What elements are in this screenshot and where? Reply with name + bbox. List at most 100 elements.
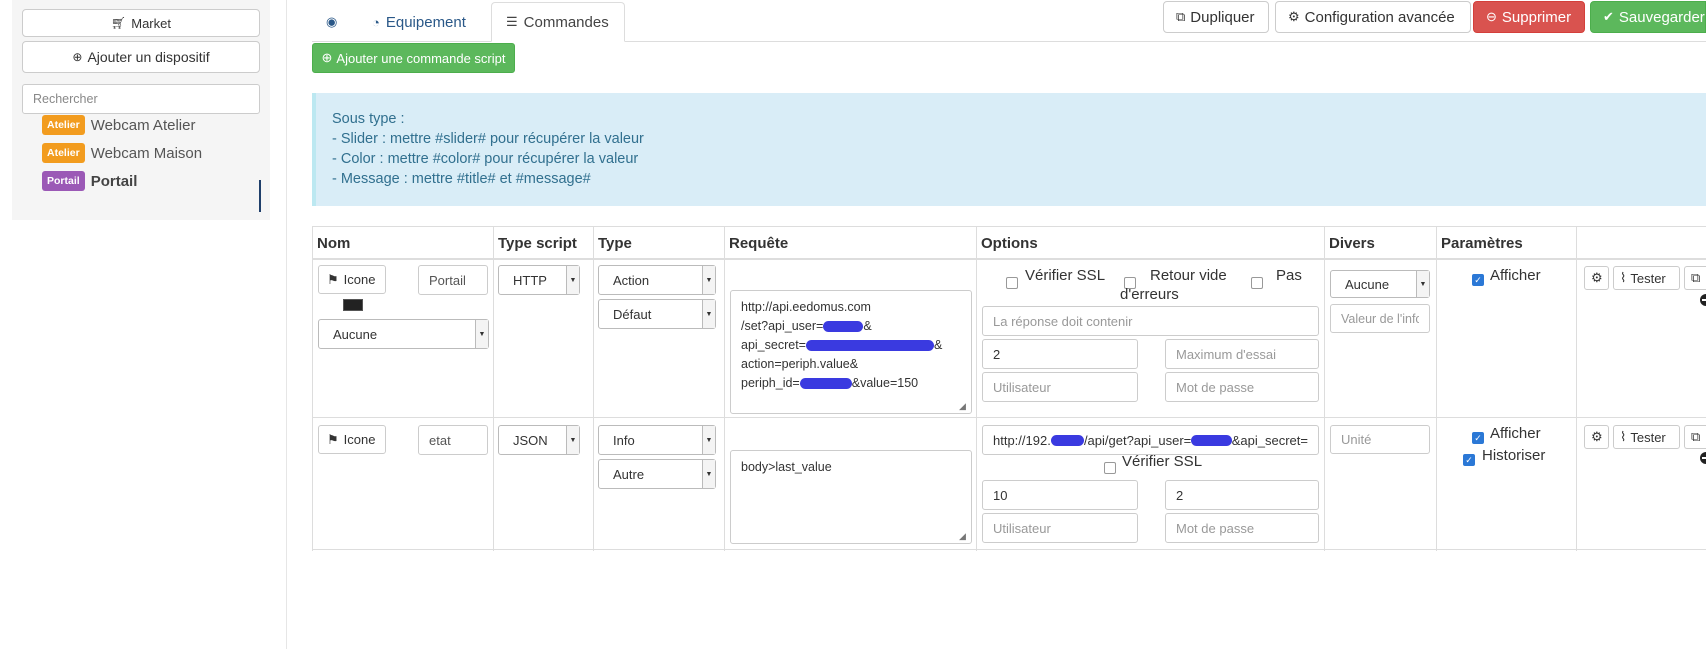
tab-back[interactable]: ◉ [312,2,351,42]
url-middle: /api/get?api_user= [1083,432,1192,448]
password-input[interactable] [1165,372,1319,402]
duplicate-command-button[interactable]: ⧉ [1684,425,1706,449]
choose-icon-button[interactable]: ⚑ Icone [318,425,386,454]
resize-handle-icon[interactable]: ◢ [959,401,969,411]
info-line: - Slider : mettre #slider# pour récupére… [332,131,644,147]
script-type-select[interactable]: JSON ▼ [498,425,580,455]
unit-input[interactable] [1330,425,1430,454]
equipment-item-portail[interactable]: Portail Portail [42,169,137,193]
minus-circle-icon: ⊖ [1486,9,1497,24]
retries-input[interactable] [1165,480,1319,510]
icon-button-label: Icone [343,432,376,447]
add-script-command-label: Ajouter une commande script [336,50,506,66]
remove-command-icon[interactable] [1700,294,1706,306]
duplicate-button[interactable]: ⧉ Dupliquer [1163,1,1269,33]
equipment-item-webcam-maison[interactable]: Atelier Webcam Maison [42,141,202,165]
script-type-value: JSON [513,432,548,448]
subtype-select[interactable]: Défaut ▼ [598,299,716,329]
script-type-select[interactable]: HTTP ▼ [498,265,580,295]
rss-icon: ⌇ [1620,270,1627,285]
request-line: periph_id= &value=150 [741,376,919,390]
object-badge: Atelier [42,115,85,135]
duplicate-command-button[interactable]: ⧉ [1684,266,1706,290]
chevron-down-icon: ▼ [702,426,715,454]
save-label: Sauvegarder [1618,8,1705,26]
delete-button[interactable]: ⊖ Supprimer [1473,1,1585,33]
column-header-name: Nom [317,234,351,252]
column-border [593,227,594,551]
command-name-input[interactable] [418,265,488,295]
add-script-command-button[interactable]: ⊕ Ajouter une commande script [312,43,515,73]
column-border [976,227,977,551]
no-errors-checkbox[interactable] [1251,277,1263,289]
request-textarea[interactable]: http://api.eedomus.com /set?api_user= & a… [730,290,972,414]
search-input[interactable] [22,84,260,114]
link-select[interactable]: Aucune ▼ [318,319,489,349]
test-button[interactable]: ⌇ Tester [1613,266,1680,290]
advanced-config-button[interactable]: ⚙ Configuration avancée [1275,1,1471,33]
subtype-info-alert: Sous type : - Slider : mettre #slider# p… [312,93,1706,206]
check-circle-icon: ✔ [1603,9,1614,24]
type-select[interactable]: Info ▼ [598,425,716,455]
max-retries-input[interactable] [1165,339,1319,369]
tab-equipment[interactable]: ◔ Equipement [358,2,480,42]
password-input[interactable] [1165,513,1319,543]
save-button[interactable]: ✔ Sauvegarder [1590,1,1706,33]
column-header-script-type: Type script [498,234,577,252]
chevron-down-icon: ▼ [702,460,715,488]
equipment-item-webcam-atelier[interactable]: Atelier Webcam Atelier [42,113,195,137]
verify-ssl-checkbox[interactable] [1006,277,1018,289]
historize-checkbox[interactable]: ✓ [1463,454,1475,466]
redacted-mark [823,321,864,333]
cogs-icon: ⚙ [1288,9,1300,24]
test-button[interactable]: ⌇ Tester [1613,425,1680,449]
column-border [1436,227,1437,551]
chevron-down-icon: ▼ [1416,271,1429,297]
verify-ssl-checkbox[interactable] [1104,462,1116,474]
market-button[interactable]: 🛒︎ Market [22,9,260,37]
misc-select[interactable]: Aucune ▼ [1330,270,1430,298]
flag-icon: ⚑ [327,271,339,287]
resize-handle-icon[interactable]: ◢ [959,531,969,541]
circle-arrow-left-icon: ◉ [326,14,338,29]
url-input[interactable]: http://192. /api/get?api_user= &api_secret… [982,425,1319,455]
advanced-settings-button[interactable]: ⚙ [1584,266,1609,290]
plus-circle-icon: ⊕ [321,50,333,65]
icon-button-label: Icone [343,272,376,287]
subtype-select[interactable]: Autre ▼ [598,459,716,489]
show-checkbox[interactable]: ✓ [1472,432,1484,444]
copy-icon: ⧉ [1691,270,1701,285]
show-checkbox[interactable]: ✓ [1472,274,1484,286]
type-select[interactable]: Action ▼ [598,265,716,295]
divider [286,0,287,649]
retries-input[interactable] [982,339,1138,369]
tab-commands[interactable]: ☰ Commandes [491,2,625,42]
info-line: - Color : mettre #color# pour récupérer … [332,151,639,167]
object-badge: Atelier [42,143,85,163]
add-device-button[interactable]: ⊕ Ajouter un dispositif [22,41,260,73]
advanced-config-label: Configuration avancée [1304,8,1455,26]
rss-icon: ⌇ [1620,429,1627,444]
remove-command-icon[interactable] [1700,452,1706,464]
empty-return-label: Retour vide [1150,267,1227,284]
command-name-input[interactable] [418,425,488,455]
redacted-mark [805,340,934,352]
request-line: api_secret= & [741,338,943,352]
dashboard-icon: ◔ [372,14,380,30]
cogs-icon: ⚙ [1591,429,1603,444]
equipment-label: Portail [90,172,138,190]
command-icon-preview [343,299,363,311]
timeout-input[interactable] [982,480,1138,510]
username-input[interactable] [982,513,1138,543]
username-input[interactable] [982,372,1138,402]
script-type-value: HTTP [513,272,547,288]
cart-icon: 🛒︎ [111,16,127,30]
choose-icon-button[interactable]: ⚑ Icone [318,265,386,294]
chevron-down-icon: ▼ [566,266,579,294]
verify-ssl-label: Vérifier SSL [1122,453,1203,470]
list-icon: ☰ [506,14,518,29]
info-value-input[interactable] [1330,304,1430,333]
response-contains-input[interactable] [982,306,1319,336]
advanced-settings-button[interactable]: ⚙ [1584,425,1609,449]
request-textarea[interactable]: body>last_value ◢ [730,450,972,544]
